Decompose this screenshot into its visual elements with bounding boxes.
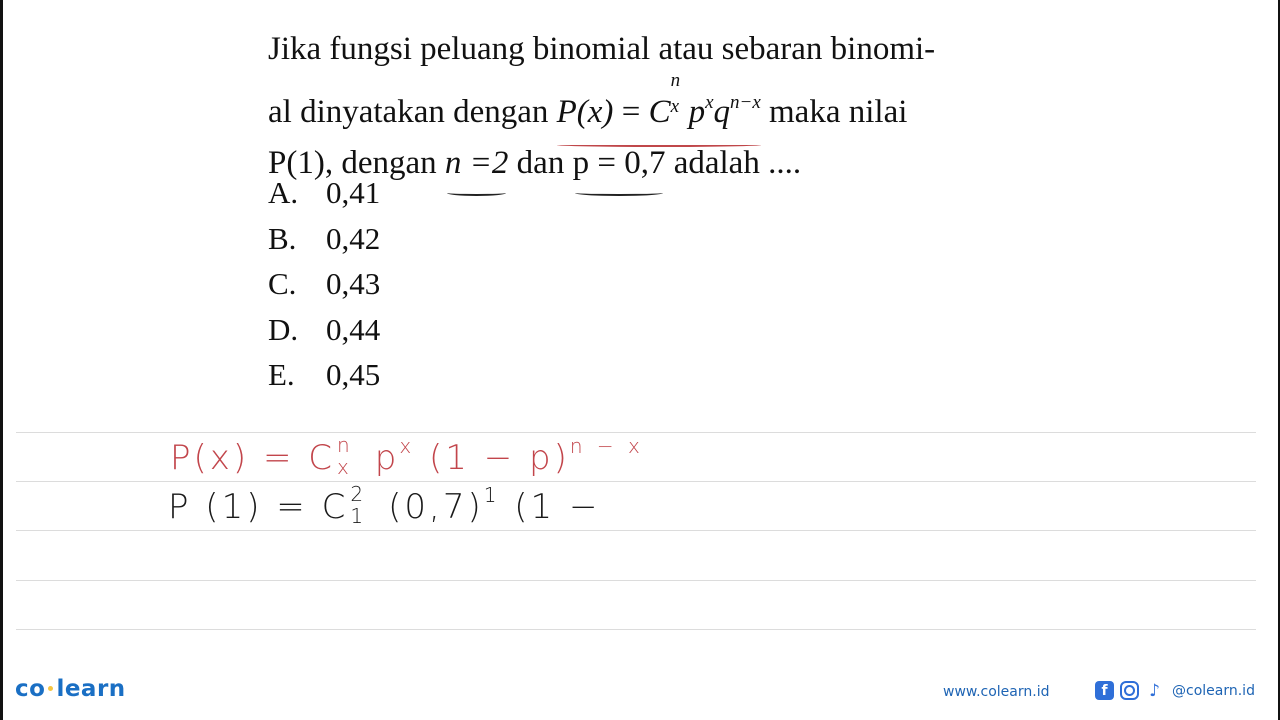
formula-p-exponent: x: [705, 92, 714, 113]
option-e[interactable]: E. 0,45: [268, 354, 380, 400]
hw-comb-bottom: x: [337, 454, 352, 479]
handwritten-substitution-line: P (1) = C21 (0,7)1 (1 −: [168, 482, 601, 528]
combination-n: n: [670, 70, 681, 91]
facebook-icon[interactable]: f: [1095, 681, 1114, 700]
formula-q-exponent: n−x: [730, 92, 761, 113]
option-letter: C.: [268, 266, 297, 301]
combination-x: x: [670, 96, 679, 117]
option-letter: E.: [268, 357, 295, 392]
option-c[interactable]: C. 0,43: [268, 263, 380, 309]
hw-combination-indices: nx: [335, 433, 361, 479]
social-handle[interactable]: @colearn.id: [1172, 683, 1255, 699]
hw-comb-top: n: [337, 432, 353, 457]
logo-left: co: [15, 676, 46, 702]
option-b[interactable]: B. 0,42: [268, 218, 380, 264]
hw-exponent: 1: [483, 483, 501, 507]
formula-lhs: P(x): [556, 94, 614, 130]
p-value: p = 0,7: [573, 136, 665, 196]
option-letter: B.: [268, 220, 297, 256]
option-value: 0,44: [326, 311, 381, 347]
option-a[interactable]: A. 0,41: [268, 172, 380, 218]
binomial-formula: P(x) = Cn x pxqn−x: [556, 71, 761, 147]
hw-tail: (1 −: [500, 487, 601, 527]
tiktok-icon[interactable]: ♪: [1145, 681, 1164, 701]
left-border: [0, 0, 3, 720]
question-line-2: al dinyatakan dengan P(x) = Cn x pxqn−x ma…: [268, 71, 988, 147]
colearn-logo[interactable]: co learn: [15, 676, 126, 702]
ruled-line: [16, 432, 1256, 433]
hw-p-value: (0,7): [374, 487, 484, 527]
website-link[interactable]: www.colearn.id: [943, 684, 1049, 700]
ruled-line: [16, 481, 1256, 482]
option-value: 0,43: [326, 266, 381, 301]
option-letter: A.: [268, 175, 299, 210]
question-line-1: Jika fungsi peluang binomial atau sebara…: [268, 31, 936, 67]
option-d[interactable]: D. 0,44: [268, 309, 380, 355]
hw-p-exponent: x: [399, 434, 416, 458]
handwritten-formula-line: P(x) = Cnx px (1 − p)n − x: [170, 433, 644, 479]
question-line-2-suffix: maka nilai: [760, 94, 908, 130]
hw-one-minus-p: (1 − p): [415, 438, 570, 478]
combination-symbol: Cnx: [649, 71, 689, 131]
logo-right: learn: [56, 676, 126, 702]
hw-combination-indices: 21: [348, 482, 374, 528]
hw-comb-top: 2: [350, 481, 367, 506]
formula-p: p: [688, 94, 706, 130]
option-letter: D.: [268, 311, 299, 347]
formula-eq: =: [613, 94, 649, 130]
question-line-3-mid: dan: [508, 145, 573, 181]
answer-options: A. 0,41 B. 0,42 C. 0,43 D. 0,44 E. 0,45: [268, 172, 380, 400]
formula-q: q: [713, 94, 731, 130]
option-value: 0,42: [326, 220, 381, 256]
lesson-frame: Jika fungsi peluang binomial atau sebara…: [0, 0, 1280, 720]
question-text: Jika fungsi peluang binomial atau sebara…: [268, 22, 988, 196]
question-line-2-prefix: al dinyatakan dengan: [268, 94, 557, 130]
footer-bar: co learn www.colearn.id f ♪ @colearn.id: [0, 670, 1280, 720]
hw-exponent: n − x: [569, 434, 644, 458]
social-links: f ♪ @colearn.id: [1095, 681, 1255, 701]
option-value: 0,41: [326, 175, 381, 210]
question-line-3-suffix: adalah ....: [665, 145, 802, 181]
ruled-line: [16, 629, 1256, 630]
hw-lhs: P (1) = C: [168, 487, 349, 527]
ruled-line: [16, 580, 1256, 581]
option-value: 0,45: [326, 357, 381, 392]
instagram-icon[interactable]: [1120, 681, 1139, 700]
n-value: n =2: [445, 136, 508, 196]
hw-comb-bottom: 1: [350, 503, 367, 528]
hw-p: p: [361, 438, 400, 478]
hw-lhs: P(x) = C: [170, 438, 335, 478]
combination-C: C: [648, 94, 671, 130]
logo-dot-icon: [48, 686, 54, 691]
ruled-line: [16, 530, 1256, 531]
